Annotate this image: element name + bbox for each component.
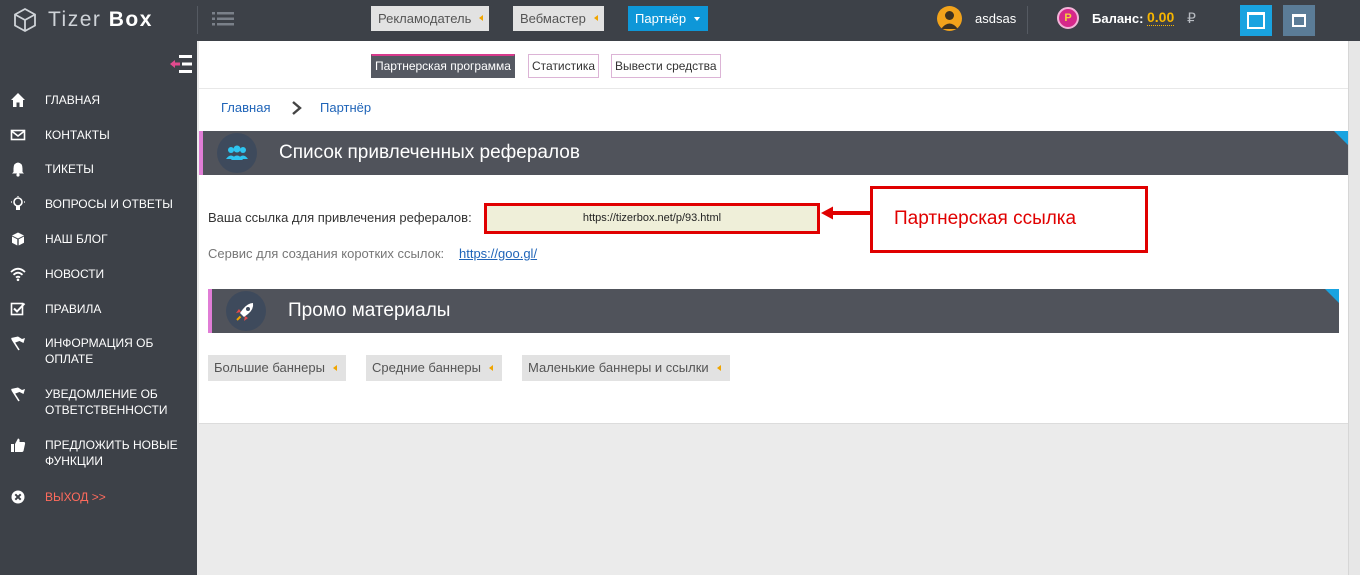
referrals-section-title: Список привлеченных рефералов <box>279 142 580 163</box>
short-link-service-label: Сервис для создания коротких ссылок: <box>208 246 445 261</box>
role-partner-label: Партнёр <box>635 11 687 26</box>
balance-label: Баланс: <box>1092 11 1144 26</box>
role-webmaster-button[interactable]: Вебмастер <box>513 6 604 31</box>
caret-down-icon <box>694 17 701 21</box>
section-accent <box>199 131 203 175</box>
small-banners-button[interactable]: Маленькие баннеры и ссылки <box>522 355 730 381</box>
checkbox-icon <box>10 302 26 316</box>
medium-banners-label: Средние баннеры <box>372 360 481 375</box>
promo-section-title: Промо материалы <box>288 300 451 321</box>
sidebar: Главная Контакты Тикеты Вопросы и ответы… <box>0 41 197 575</box>
sidebar-item-label: Новости <box>45 267 105 281</box>
sidebar-item-label: Контакты <box>45 128 110 142</box>
sidebar-item-tickets[interactable]: Тикеты <box>0 161 197 177</box>
collapse-sidebar-icon[interactable] <box>170 55 192 73</box>
referrals-section-header: Список привлеченных рефералов <box>199 131 1348 175</box>
caret-left-icon <box>479 15 484 21</box>
corner-decoration <box>1334 131 1348 145</box>
user-avatar-icon[interactable] <box>937 6 962 31</box>
sidebar-item-home[interactable]: Главная <box>0 92 197 108</box>
role-partner-button[interactable]: Партнёр <box>628 6 709 31</box>
role-advertiser-button[interactable]: Рекламодатель <box>371 6 490 31</box>
tab-withdraw[interactable]: Вывести средства <box>611 54 721 78</box>
large-banners-label: Большие баннеры <box>214 360 325 375</box>
divider <box>1027 6 1028 34</box>
promo-section-header: Промо материалы <box>208 289 1339 333</box>
section-accent <box>208 289 212 333</box>
window-restore-button[interactable] <box>1283 5 1315 36</box>
large-banners-button[interactable]: Большие баннеры <box>208 355 346 381</box>
window-maximize-button[interactable] <box>1240 5 1272 36</box>
lightbulb-icon <box>11 196 25 210</box>
callout-annotation: Партнерская ссылка <box>870 186 1148 253</box>
balance-value[interactable]: 0.00 <box>1147 10 1175 26</box>
cube-icon <box>12 232 24 246</box>
breadcrumb-home[interactable]: Главная <box>221 100 270 115</box>
sidebar-item-label: Информация об оплате <box>45 336 154 366</box>
sidebar-item-label: Правила <box>45 302 102 316</box>
role-advertiser-label: Рекламодатель <box>378 11 472 26</box>
sidebar-item-payment-info[interactable]: Информация об оплате <box>0 335 197 367</box>
role-webmaster-label: Вебмастер <box>520 11 586 26</box>
sidebar-item-label: Уведомление об ответственности <box>45 387 168 417</box>
sidebar-item-label: Выход >> <box>45 490 106 504</box>
top-bar: Tizer Box Рекламодатель Вебмастер Партнё… <box>0 0 1360 41</box>
sidebar-item-logout[interactable]: Выход >> <box>0 489 197 505</box>
sidebar-item-suggest-features[interactable]: Предложить новые функции <box>0 437 197 469</box>
coin-icon: P <box>1057 7 1079 29</box>
callout-text: Партнерская ссылка <box>894 208 1077 229</box>
sidebar-item-faq[interactable]: Вопросы и ответы <box>0 196 197 212</box>
sidebar-item-label: Тикеты <box>45 162 94 176</box>
home-icon <box>11 93 25 107</box>
window-icon <box>1247 12 1265 29</box>
small-banners-label: Маленькие баннеры и ссылки <box>528 360 709 375</box>
wifi-icon <box>10 267 26 282</box>
close-circle-icon <box>11 490 25 504</box>
bell-icon <box>12 162 24 177</box>
referral-link-field[interactable]: https://tizerbox.net/p/93.html <box>484 203 820 234</box>
tab-partner-program[interactable]: Партнерская программа <box>371 54 515 78</box>
tab-statistics[interactable]: Статистика <box>528 54 600 78</box>
divider <box>197 6 198 34</box>
divider <box>199 88 1348 89</box>
caret-left-icon <box>716 365 721 371</box>
medium-banners-button[interactable]: Средние баннеры <box>366 355 502 381</box>
flag-icon <box>11 336 25 351</box>
logo-text: Tizer Box <box>48 8 153 31</box>
sidebar-item-contacts[interactable]: Контакты <box>0 127 197 143</box>
main-content: Партнерская программа Статистика Вывести… <box>199 41 1348 424</box>
ruble-icon: ₽ <box>1187 10 1196 26</box>
sidebar-item-rules[interactable]: Правила <box>0 301 197 317</box>
corner-decoration <box>1325 289 1339 303</box>
logo[interactable]: Tizer Box <box>12 7 153 33</box>
envelope-icon <box>10 129 26 141</box>
list-menu-icon[interactable] <box>212 10 234 28</box>
rocket-icon <box>226 291 266 331</box>
sidebar-item-label: Вопросы и ответы <box>45 197 173 211</box>
short-link-service-link[interactable]: https://goo.gl/ <box>459 246 537 261</box>
window-small-icon <box>1292 14 1306 27</box>
flag-icon <box>11 387 25 402</box>
sidebar-item-label: Главная <box>45 93 101 107</box>
breadcrumb-partner[interactable]: Партнёр <box>320 100 371 115</box>
sidebar-item-label: Предложить новые функции <box>45 438 178 468</box>
scrollbar-track[interactable] <box>1348 41 1360 575</box>
caret-left-icon <box>488 365 493 371</box>
chevron-right-icon <box>292 101 302 115</box>
users-group-icon <box>217 133 257 173</box>
caret-left-icon <box>593 15 598 21</box>
caret-left-icon <box>332 365 337 371</box>
username[interactable]: asdsas <box>975 11 1016 26</box>
cube-logo-icon <box>14 7 36 33</box>
sidebar-item-blog[interactable]: Наш блог <box>0 231 197 247</box>
sidebar-item-news[interactable]: Новости <box>0 266 197 282</box>
callout-arrow-icon <box>821 206 871 220</box>
sidebar-item-disclaimer[interactable]: Уведомление об ответственности <box>0 386 197 418</box>
thumbs-up-icon <box>11 438 26 452</box>
sidebar-item-label: Наш блог <box>45 232 108 246</box>
referral-link-label: Ваша ссылка для привлечения рефералов: <box>208 210 472 225</box>
